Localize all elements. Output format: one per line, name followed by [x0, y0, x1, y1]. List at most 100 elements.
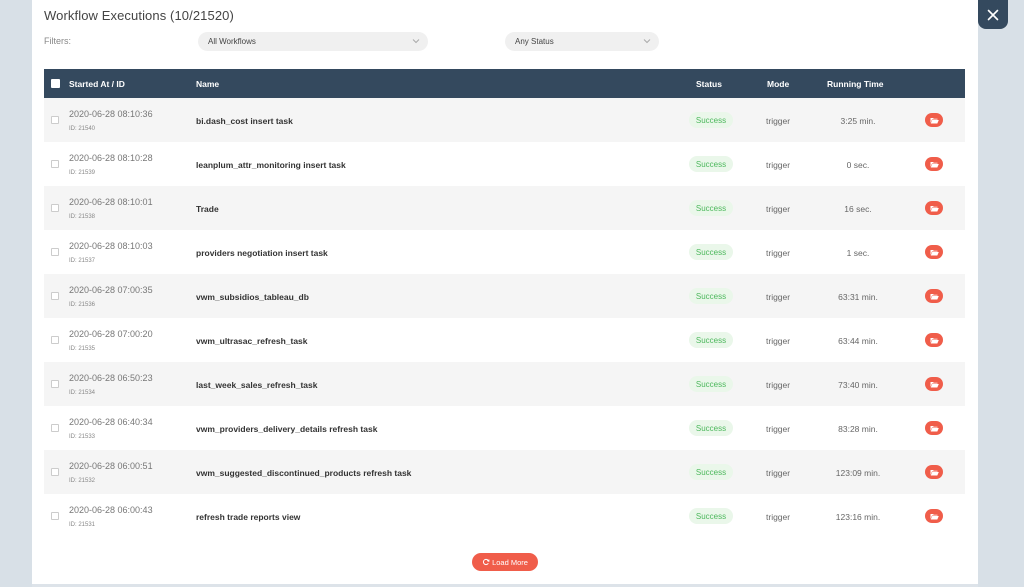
row-checkbox[interactable]	[51, 248, 59, 256]
refresh-icon	[483, 558, 490, 566]
open-execution-button[interactable]	[925, 465, 943, 479]
row-checkbox[interactable]	[51, 468, 59, 476]
row-id: ID: 21533	[69, 434, 96, 440]
open-execution-button[interactable]	[925, 245, 943, 259]
row-running-time: 123:09 min.	[835, 468, 881, 478]
row-started-at: 2020-06-28 08:10:01	[69, 197, 153, 207]
folder-open-icon	[930, 513, 939, 519]
row-running-time: 16 sec.	[844, 204, 872, 214]
row-mode: trigger	[766, 424, 791, 434]
status-badge: Success	[689, 156, 733, 172]
row-mode: trigger	[766, 116, 791, 126]
filters-label: Filters:	[44, 36, 71, 46]
folder-open-icon	[930, 117, 939, 123]
row-running-time: 63:44 min.	[838, 336, 878, 346]
row-checkbox[interactable]	[51, 512, 59, 520]
column-started-at[interactable]: Started At / ID	[69, 79, 125, 89]
column-name[interactable]: Name	[196, 79, 219, 89]
load-more-label: Load More	[492, 557, 528, 567]
row-id: ID: 21535	[69, 346, 96, 352]
row-checkbox[interactable]	[51, 292, 59, 300]
table-row: 2020-06-28 07:00:20 ID: 21535 vwm_ultras…	[44, 318, 965, 362]
row-started-at: 2020-06-28 06:50:23	[69, 373, 153, 383]
table-row: 2020-06-28 06:40:34 ID: 21533 vwm_provid…	[44, 406, 965, 450]
row-checkbox[interactable]	[51, 380, 59, 388]
row-id: ID: 21536	[69, 302, 96, 308]
open-execution-button[interactable]	[925, 377, 943, 391]
folder-open-icon	[930, 293, 939, 299]
chevron-down-icon	[643, 39, 651, 44]
row-running-time: 123:16 min.	[835, 512, 881, 522]
row-started-at: 2020-06-28 06:00:43	[69, 505, 153, 515]
row-id: ID: 21537	[69, 258, 96, 264]
select-all-checkbox[interactable]	[51, 79, 60, 88]
row-started-at: 2020-06-28 07:00:20	[69, 329, 153, 339]
workflow-executions-modal: Workflow Executions (10/21520) Filters: …	[32, 0, 978, 584]
row-checkbox[interactable]	[51, 336, 59, 344]
row-checkbox[interactable]	[51, 204, 59, 212]
status-badge: Success	[689, 376, 733, 392]
row-checkbox[interactable]	[51, 424, 59, 432]
column-mode[interactable]: Mode	[767, 79, 789, 89]
row-running-time: 73:40 min.	[838, 380, 878, 390]
open-execution-button[interactable]	[925, 289, 943, 303]
row-id: ID: 21532	[69, 478, 96, 484]
table-row: 2020-06-28 08:10:36 ID: 21540 bi.dash_co…	[44, 98, 965, 142]
row-started-at: 2020-06-28 06:40:34	[69, 417, 153, 427]
row-name: Trade	[196, 204, 219, 214]
folder-open-icon	[930, 425, 939, 431]
folder-open-icon	[930, 469, 939, 475]
table-row: 2020-06-28 06:00:43 ID: 21531 refresh tr…	[44, 494, 965, 538]
status-badge: Success	[689, 288, 733, 304]
column-running-time[interactable]: Running Time	[827, 79, 884, 89]
column-status[interactable]: Status	[696, 79, 722, 89]
row-mode: trigger	[766, 204, 791, 214]
close-icon	[987, 9, 999, 20]
open-execution-button[interactable]	[925, 333, 943, 347]
row-running-time: 0 sec.	[846, 160, 870, 170]
row-started-at: 2020-06-28 08:10:28	[69, 153, 153, 163]
row-checkbox[interactable]	[51, 160, 59, 168]
table-row: 2020-06-28 07:00:35 ID: 21536 vwm_subsid…	[44, 274, 965, 318]
row-started-at: 2020-06-28 07:00:35	[69, 285, 153, 295]
close-modal-button[interactable]	[978, 0, 1008, 29]
open-execution-button[interactable]	[925, 201, 943, 215]
open-execution-button[interactable]	[925, 509, 943, 523]
page-backdrop-right	[978, 0, 1024, 587]
status-badge: Success	[689, 244, 733, 260]
status-filter-value: Any Status	[515, 37, 554, 46]
folder-open-icon	[930, 249, 939, 255]
modal-title: Workflow Executions (10/21520)	[44, 8, 234, 23]
row-name: leanplum_attr_monitoring insert task	[196, 160, 346, 170]
folder-open-icon	[930, 161, 939, 167]
row-name: vwm_suggested_discontinued_products refr…	[196, 468, 412, 478]
row-mode: trigger	[766, 336, 791, 346]
load-more-button[interactable]: Load More	[472, 553, 538, 571]
open-execution-button[interactable]	[925, 113, 943, 127]
row-mode: trigger	[766, 512, 791, 522]
row-name: vwm_providers_delivery_details refresh t…	[196, 424, 378, 434]
executions-table: Started At / ID Name Status Mode Running…	[44, 69, 965, 538]
row-running-time: 3:25 min.	[840, 116, 876, 126]
row-id: ID: 21539	[69, 170, 96, 176]
page-backdrop-left	[0, 0, 32, 587]
row-running-time: 83:28 min.	[838, 424, 878, 434]
table-row: 2020-06-28 08:10:03 ID: 21537 providers …	[44, 230, 965, 274]
row-name: vwm_ultrasac_refresh_task	[196, 336, 308, 346]
status-filter-select[interactable]: Any Status	[505, 32, 659, 51]
open-execution-button[interactable]	[925, 421, 943, 435]
row-running-time: 63:31 min.	[838, 292, 878, 302]
row-name: bi.dash_cost insert task	[196, 116, 293, 126]
row-mode: trigger	[766, 160, 791, 170]
table-row: 2020-06-28 06:50:23 ID: 21534 last_week_…	[44, 362, 965, 406]
row-started-at: 2020-06-28 08:10:36	[69, 109, 153, 119]
row-name: last_week_sales_refresh_task	[196, 380, 318, 390]
workflow-filter-select[interactable]: All Workflows	[198, 32, 428, 51]
workflow-filter-value: All Workflows	[208, 37, 256, 46]
row-name: vwm_subsidios_tableau_db	[196, 292, 309, 302]
row-checkbox[interactable]	[51, 116, 59, 124]
chevron-down-icon	[412, 39, 420, 44]
folder-open-icon	[930, 381, 939, 387]
row-started-at: 2020-06-28 08:10:03	[69, 241, 153, 251]
open-execution-button[interactable]	[925, 157, 943, 171]
